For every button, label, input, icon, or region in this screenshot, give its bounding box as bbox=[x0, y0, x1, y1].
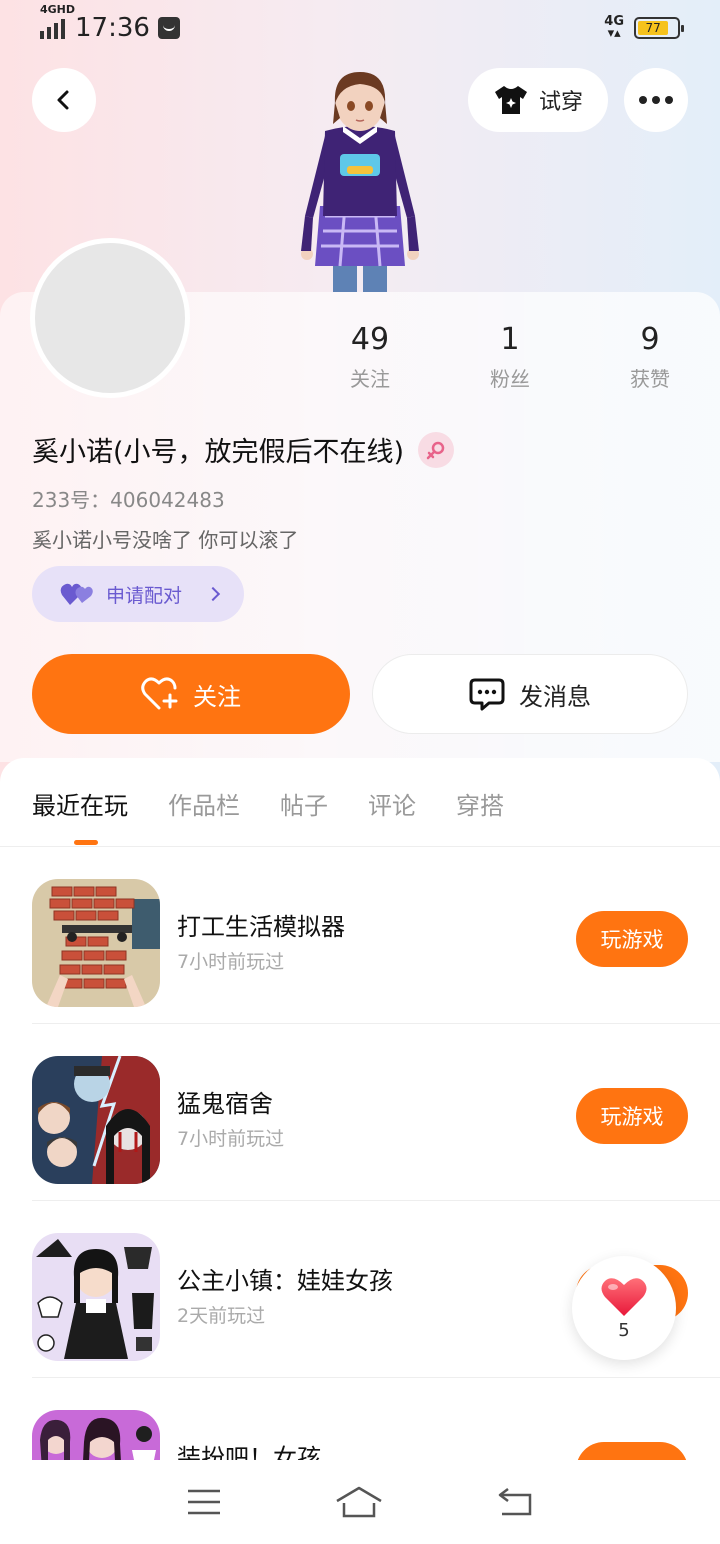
game-last-played: 7小时前玩过 bbox=[177, 951, 285, 973]
battery-level: 77 bbox=[638, 21, 669, 35]
tab-recently-played[interactable]: 最近在玩 bbox=[32, 786, 128, 821]
stat-following[interactable]: 49 关注 bbox=[300, 322, 440, 392]
signal-icon: 4GHD bbox=[40, 3, 75, 39]
profile-stats: 49 关注 1 粉丝 9 获赞 bbox=[300, 322, 720, 392]
try-on-button[interactable]: 试穿 bbox=[468, 68, 608, 132]
heart-icon bbox=[601, 1277, 647, 1316]
try-on-label: 试穿 bbox=[538, 90, 583, 115]
stat-likes[interactable]: 9 获赞 bbox=[580, 322, 720, 392]
more-button[interactable] bbox=[624, 68, 688, 132]
double-heart-icon bbox=[60, 583, 93, 605]
active-tab-indicator bbox=[74, 840, 98, 845]
game-list-item[interactable]: 打工生活模拟器 7小时前玩过 玩游戏 bbox=[32, 847, 720, 1024]
send-message-button[interactable]: 发消息 bbox=[372, 654, 688, 734]
tab-outfits[interactable]: 穿搭 bbox=[456, 786, 504, 821]
user-id: 233号：406042483 bbox=[32, 488, 225, 512]
apply-pairing-label: 申请配对 bbox=[106, 584, 183, 607]
stat-number: 49 bbox=[350, 322, 390, 357]
status-bar: 4GHD 17:36 4G ▾▴ 77 bbox=[0, 0, 720, 56]
character-avatar-3d[interactable] bbox=[285, 66, 435, 292]
send-message-label: 发消息 bbox=[519, 682, 591, 711]
game-list-item[interactable]: 猛鬼宿舍 7小时前玩过 玩游戏 bbox=[32, 1024, 720, 1201]
apply-pairing-button[interactable]: 申请配对 bbox=[32, 566, 244, 622]
game-name: 猛鬼宿舍 bbox=[177, 1090, 273, 1118]
game-last-played: 2天前玩过 bbox=[177, 1305, 266, 1327]
back-arrow-icon bbox=[57, 90, 69, 110]
heart-plus-icon bbox=[141, 677, 178, 710]
profile-tabs: 最近在玩 作品栏 帖子 评论 穿搭 bbox=[32, 786, 504, 821]
system-navigation-bar bbox=[0, 1460, 720, 1544]
chat-bubble-icon bbox=[469, 678, 505, 711]
like-count: 5 bbox=[618, 1319, 630, 1341]
network-type: 4GHD bbox=[40, 3, 76, 16]
game-name: 公主小镇：娃娃女孩 bbox=[177, 1267, 393, 1295]
back-icon[interactable] bbox=[496, 1487, 534, 1517]
tab-comments[interactable]: 评论 bbox=[368, 786, 416, 821]
nickname: 奚小诺(小号，放完假后不在线) bbox=[32, 437, 405, 468]
game-name: 打工生活模拟器 bbox=[177, 913, 345, 941]
follow-button[interactable]: 关注 bbox=[32, 654, 350, 734]
more-dots-icon bbox=[639, 96, 673, 104]
nickname-row: 奚小诺(小号，放完假后不在线) bbox=[32, 430, 455, 469]
game-icon-brick-worker[interactable] bbox=[32, 879, 160, 1007]
tshirt-icon bbox=[494, 86, 527, 114]
play-game-button[interactable]: 玩游戏 bbox=[576, 1088, 688, 1144]
bio: 奚小诺小号没啥了 你可以滚了 bbox=[32, 528, 299, 552]
floating-like-button[interactable]: 5 bbox=[572, 1256, 676, 1360]
stat-fans[interactable]: 1 粉丝 bbox=[440, 322, 580, 392]
mobile-data-icon: 4G ▾▴ bbox=[604, 14, 624, 41]
battery-icon: 77 bbox=[634, 17, 684, 39]
stat-number: 9 bbox=[640, 322, 660, 357]
stat-label: 关注 bbox=[350, 367, 390, 391]
menu-icon[interactable] bbox=[186, 1487, 222, 1517]
home-icon[interactable] bbox=[334, 1485, 384, 1519]
tab-works[interactable]: 作品栏 bbox=[168, 786, 240, 821]
back-button[interactable] bbox=[32, 68, 96, 132]
game-icon-princess-town[interactable] bbox=[32, 1233, 160, 1361]
notification-icon bbox=[157, 17, 180, 39]
chevron-right-icon bbox=[205, 586, 221, 602]
status-time: 17:36 bbox=[75, 13, 150, 43]
stat-label: 获赞 bbox=[630, 367, 670, 391]
stat-number: 1 bbox=[500, 322, 520, 357]
play-game-button[interactable]: 玩游戏 bbox=[576, 911, 688, 967]
female-gender-icon bbox=[418, 431, 455, 468]
game-last-played: 7小时前玩过 bbox=[177, 1128, 285, 1150]
tab-posts[interactable]: 帖子 bbox=[280, 786, 328, 821]
game-icon-ghost-dorm[interactable] bbox=[32, 1056, 160, 1184]
avatar[interactable] bbox=[30, 238, 190, 398]
stat-label: 粉丝 bbox=[490, 367, 530, 391]
follow-label: 关注 bbox=[193, 682, 241, 711]
